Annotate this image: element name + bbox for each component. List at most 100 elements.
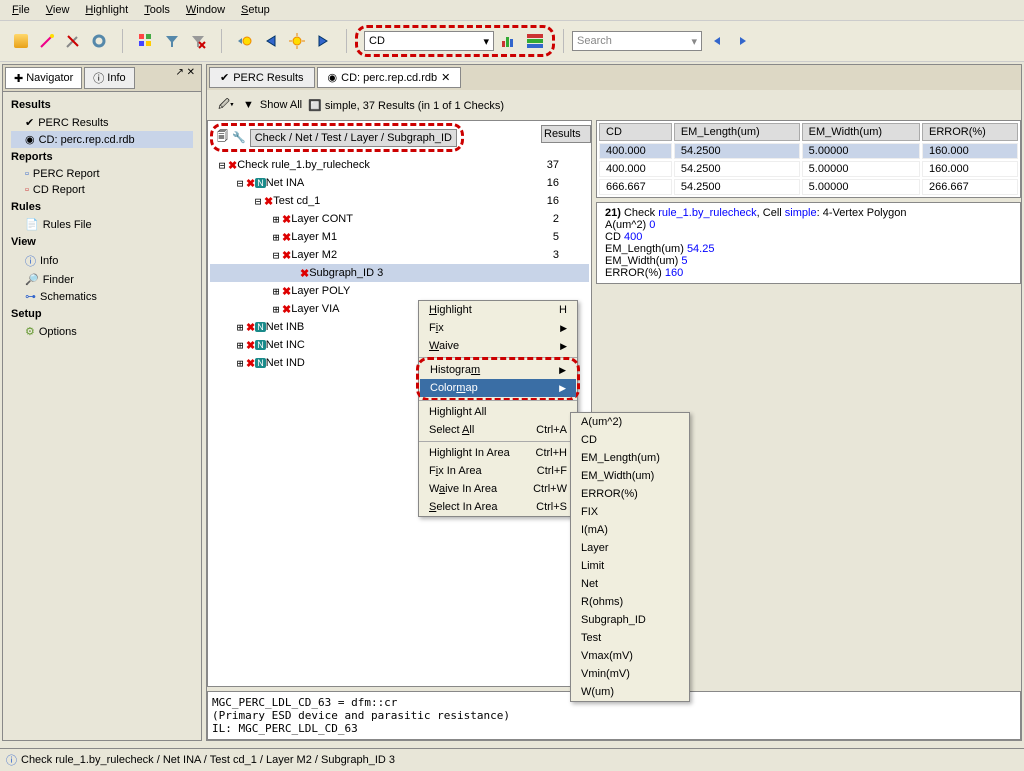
pin-icon[interactable]: ↗ ✕: [171, 67, 199, 89]
table-row[interactable]: 400.00054.25005.00000160.000: [599, 161, 1018, 177]
search-next-icon[interactable]: [732, 30, 754, 52]
gear-icon[interactable]: [88, 30, 110, 52]
tree-tool2-icon[interactable]: 🔧: [232, 131, 246, 144]
tree-row[interactable]: ⊞✖ Layer M15: [210, 228, 589, 246]
highlight-wand-icon[interactable]: [36, 30, 58, 52]
submenu-item[interactable]: ERROR(%): [571, 485, 689, 503]
ctx-histogram-colormap-highlight: Histogram▶ Colormap▶: [416, 357, 580, 401]
ctx-select-area[interactable]: Select In AreaCtrl+S: [419, 498, 577, 516]
nav-info[interactable]: ⓘ Info: [11, 251, 193, 271]
unhighlight-icon[interactable]: [62, 30, 84, 52]
tree-row[interactable]: ⊟✖ Layer M23: [210, 246, 589, 264]
search-prev-icon[interactable]: [706, 30, 728, 52]
menu-file[interactable]: File: [4, 2, 38, 18]
nav-reports-header: Reports: [11, 148, 193, 166]
colormap-icon[interactable]: [524, 30, 546, 52]
cd-select[interactable]: CD▾: [364, 31, 494, 51]
submenu-item[interactable]: A(um^2): [571, 413, 689, 431]
tree-row[interactable]: ⊟✖ Test cd_116: [210, 192, 589, 210]
menu-highlight[interactable]: Highlight: [77, 2, 136, 18]
ctx-highlight[interactable]: HighlightH: [419, 301, 577, 319]
summary-label: 🔲 simple, 37 Results (in 1 of 1 Checks): [308, 99, 504, 112]
statusbar: ⓘ Check rule_1.by_rulecheck / Net INA / …: [0, 748, 1024, 771]
tree-row[interactable]: ⊟✖ N Net INA16: [210, 174, 589, 192]
submenu-item[interactable]: FIX: [571, 503, 689, 521]
submenu-item[interactable]: Vmin(mV): [571, 665, 689, 683]
tree-row[interactable]: ✖ Subgraph_ID 3: [210, 264, 589, 282]
ctx-waive-area[interactable]: Waive In AreaCtrl+W: [419, 480, 577, 498]
ctx-highlight-area[interactable]: Highlight In AreaCtrl+H: [419, 444, 577, 462]
submenu-item[interactable]: W(um): [571, 683, 689, 701]
col-header[interactable]: CD: [599, 123, 672, 141]
tree-header-highlight: 🗐 🔧 Check / Net / Test / Layer / Subgrap…: [210, 123, 464, 152]
palette-icon[interactable]: [135, 30, 157, 52]
ctx-fix[interactable]: Fix▶: [419, 319, 577, 337]
sun-arrow-icon[interactable]: [234, 30, 256, 52]
nav-options[interactable]: ⚙ Options: [11, 323, 193, 340]
wand-icon[interactable]: 🖉▾: [215, 94, 237, 116]
tab-cd-rdb[interactable]: ◉ CD: perc.rep.cd.rdb ✕: [317, 67, 462, 88]
results-column-header[interactable]: Results: [541, 125, 591, 143]
col-header[interactable]: ERROR(%): [922, 123, 1018, 141]
nav-setup-header: Setup: [11, 305, 193, 323]
nav-perc-report[interactable]: ▫ PERC Report: [11, 166, 193, 182]
submenu-item[interactable]: CD: [571, 431, 689, 449]
open-icon[interactable]: [10, 30, 32, 52]
tree-header[interactable]: Check / Net / Test / Layer / Subgraph_ID: [250, 129, 457, 147]
table-row[interactable]: 666.66754.25005.00000266.667: [599, 179, 1018, 195]
search-input[interactable]: Search▾: [572, 31, 702, 51]
col-header[interactable]: EM_Length(um): [674, 123, 800, 141]
nav-cd-rdb[interactable]: ◉ CD: perc.rep.cd.rdb: [11, 131, 193, 148]
menu-setup[interactable]: Setup: [233, 2, 278, 18]
ctx-highlight-all[interactable]: Highlight All: [419, 403, 577, 421]
tree-row[interactable]: ⊟✖ Check rule_1.by_rulecheck37: [210, 156, 589, 174]
show-all-label[interactable]: Show All: [260, 99, 302, 111]
submenu-item[interactable]: Subgraph_ID: [571, 611, 689, 629]
nav-finder[interactable]: 🔎 Finder: [11, 271, 193, 288]
nav-view-header: View: [11, 233, 193, 251]
submenu-item[interactable]: Limit: [571, 557, 689, 575]
data-table: CDEM_Length(um)EM_Width(um)ERROR(%) 400.…: [596, 120, 1021, 198]
arrow-right-icon[interactable]: [312, 30, 334, 52]
tab-info[interactable]: ⓘ Info: [84, 67, 134, 89]
nav-rules-header: Rules: [11, 198, 193, 216]
submenu-item[interactable]: Test: [571, 629, 689, 647]
arrow-left-icon[interactable]: [260, 30, 282, 52]
ctx-waive[interactable]: Waive▶: [419, 337, 577, 355]
filter-x-icon[interactable]: [187, 30, 209, 52]
submenu-item[interactable]: EM_Length(um): [571, 449, 689, 467]
info-icon: ⓘ: [6, 752, 17, 768]
submenu-item[interactable]: R(ohms): [571, 593, 689, 611]
tree-row[interactable]: ⊞✖ Layer CONT2: [210, 210, 589, 228]
menu-tools[interactable]: Tools: [136, 2, 178, 18]
table-row[interactable]: 400.00054.25005.00000160.000: [599, 143, 1018, 159]
funnel-small-icon[interactable]: ▼: [243, 99, 254, 111]
colormap-submenu: A(um^2)CDEM_Length(um)EM_Width(um)ERROR(…: [570, 412, 690, 702]
sun-icon[interactable]: [286, 30, 308, 52]
ctx-select-all[interactable]: Select AllCtrl+A: [419, 421, 577, 439]
ctx-colormap[interactable]: Colormap▶: [420, 379, 576, 397]
tree-tool1-icon[interactable]: 🗐: [217, 128, 228, 147]
nav-schematics[interactable]: ⊶ Schematics: [11, 288, 193, 305]
histogram-icon[interactable]: [498, 30, 520, 52]
submenu-item[interactable]: Vmax(mV): [571, 647, 689, 665]
submenu-item[interactable]: Net: [571, 575, 689, 593]
nav-rules-file[interactable]: 📄 Rules File: [11, 216, 193, 233]
ctx-histogram[interactable]: Histogram▶: [420, 361, 576, 379]
tree-row[interactable]: ⊞✖ Layer POLY: [210, 282, 589, 300]
tab-navigator[interactable]: ✚ Navigator: [5, 67, 82, 89]
col-header[interactable]: EM_Width(um): [802, 123, 920, 141]
nav-cd-report[interactable]: ▫ CD Report: [11, 182, 193, 198]
tab-perc-results[interactable]: ✔ PERC Results: [209, 67, 315, 88]
submenu-item[interactable]: EM_Width(um): [571, 467, 689, 485]
nav-perc-results[interactable]: ✔ PERC Results: [11, 114, 193, 131]
status-text: Check rule_1.by_rulecheck / Net INA / Te…: [21, 754, 395, 766]
submenu-item[interactable]: I(mA): [571, 521, 689, 539]
menu-view[interactable]: View: [38, 2, 78, 18]
menu-window[interactable]: Window: [178, 2, 233, 18]
submenu-item[interactable]: Layer: [571, 539, 689, 557]
ctx-fix-area[interactable]: Fix In AreaCtrl+F: [419, 462, 577, 480]
funnel-icon[interactable]: [161, 30, 183, 52]
context-menu: HighlightH Fix▶ Waive▶ Histogram▶ Colorm…: [418, 300, 578, 517]
menubar: File View Highlight Tools Window Setup: [0, 0, 1024, 21]
